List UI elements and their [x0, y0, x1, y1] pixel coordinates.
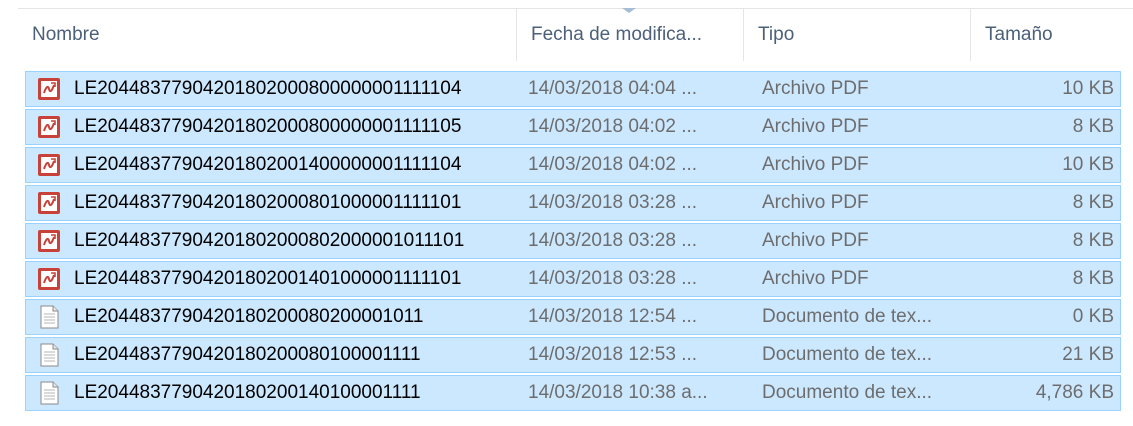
file-row[interactable]: LE20448377904201802000800000001111104 14/… [25, 71, 1121, 107]
file-list: LE20448377904201802000800000001111104 14/… [25, 71, 1123, 413]
sort-descending-icon [622, 8, 636, 13]
file-name: LE20448377904201802000800000001111105 [74, 116, 462, 137]
text-document-icon [37, 305, 61, 329]
pdf-icon [37, 267, 61, 291]
file-row[interactable]: LE2044837790420180200080100001111 14/03/2… [25, 337, 1121, 373]
file-name: LE2044837790420180200140100001111 [74, 382, 421, 403]
file-name: LE20448377904201802001400000001111104 [74, 154, 462, 175]
pdf-icon [37, 77, 61, 101]
file-type: Documento de tex... [762, 344, 933, 365]
column-header-type[interactable]: Tipo [744, 9, 970, 61]
file-date-modified: 14/03/2018 03:28 ... [528, 268, 698, 289]
pdf-icon [37, 191, 61, 215]
file-size: 21 KB [1062, 344, 1114, 365]
file-size: 8 KB [1072, 116, 1114, 137]
file-row[interactable]: LE20448377904201802000802000001011101 14/… [25, 223, 1121, 259]
file-type: Archivo PDF [762, 78, 869, 99]
file-date-modified: 14/03/2018 04:02 ... [528, 154, 698, 175]
file-name: LE2044837790420180200080200001011 [74, 306, 424, 327]
column-header-size[interactable]: Tamaño [971, 9, 1131, 61]
file-size: 10 KB [1062, 154, 1114, 175]
file-name: LE20448377904201802000802000001011101 [74, 230, 465, 251]
file-explorer-details-view: Nombre Fecha de modifica... Tipo Tamaño … [0, 0, 1133, 426]
file-type: Documento de tex... [762, 382, 933, 403]
file-date-modified: 14/03/2018 03:28 ... [528, 230, 698, 251]
file-type: Archivo PDF [762, 154, 869, 175]
file-name: LE20448377904201802001401000001111101 [74, 268, 462, 289]
file-date-modified: 14/03/2018 10:38 a... [528, 382, 708, 403]
file-date-modified: 14/03/2018 12:54 ... [528, 306, 698, 327]
column-header-name[interactable]: Nombre [18, 9, 516, 61]
file-date-modified: 14/03/2018 04:04 ... [528, 78, 698, 99]
file-size: 10 KB [1062, 78, 1114, 99]
file-size: 8 KB [1072, 268, 1114, 289]
file-name: LE2044837790420180200080100001111 [74, 344, 421, 365]
file-name: LE20448377904201802000800000001111104 [74, 78, 462, 99]
pdf-icon [37, 115, 61, 139]
file-type: Documento de tex... [762, 306, 933, 327]
file-type: Archivo PDF [762, 116, 869, 137]
column-header-bar: Nombre Fecha de modifica... Tipo Tamaño [18, 8, 1133, 61]
file-type: Archivo PDF [762, 268, 869, 289]
file-date-modified: 14/03/2018 12:53 ... [528, 344, 698, 365]
pdf-icon [37, 153, 61, 177]
file-row[interactable]: LE20448377904201802000801000001111101 14/… [25, 185, 1121, 221]
pdf-icon [37, 229, 61, 253]
file-type: Archivo PDF [762, 192, 869, 213]
file-row[interactable]: LE20448377904201802001400000001111104 14/… [25, 147, 1121, 183]
file-row[interactable]: LE2044837790420180200140100001111 14/03/2… [25, 375, 1121, 411]
file-row[interactable]: LE20448377904201802000800000001111105 14/… [25, 109, 1121, 145]
file-size: 4,786 KB [1035, 382, 1114, 403]
file-size: 8 KB [1072, 230, 1114, 251]
file-name: LE20448377904201802000801000001111101 [74, 192, 462, 213]
file-date-modified: 14/03/2018 03:28 ... [528, 192, 698, 213]
file-row[interactable]: LE2044837790420180200080200001011 14/03/2… [25, 299, 1121, 335]
text-document-icon [37, 343, 61, 367]
file-size: 0 KB [1072, 306, 1114, 327]
file-date-modified: 14/03/2018 04:02 ... [528, 116, 698, 137]
file-size: 8 KB [1072, 192, 1114, 213]
column-header-date[interactable]: Fecha de modifica... [517, 9, 743, 61]
file-row[interactable]: LE20448377904201802001401000001111101 14/… [25, 261, 1121, 297]
text-document-icon [37, 381, 61, 405]
file-type: Archivo PDF [762, 230, 869, 251]
